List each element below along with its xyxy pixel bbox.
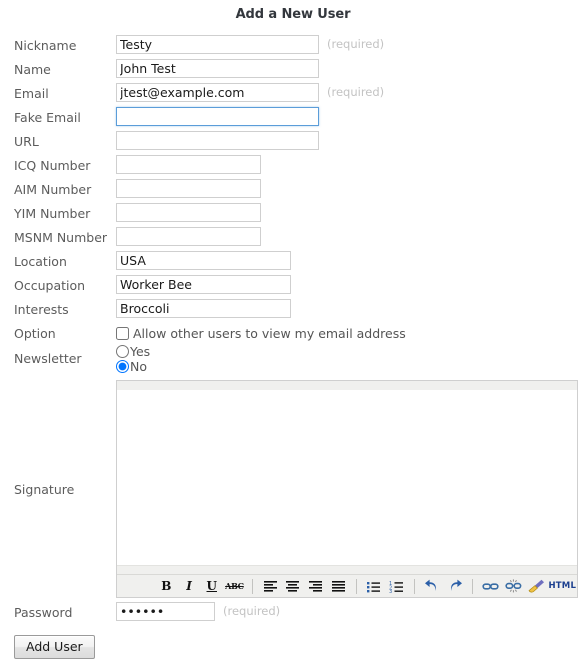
- field-label-email: Email: [14, 86, 49, 101]
- editor-toolbar: B I U ABC 1 2 3 HTML: [117, 574, 577, 597]
- form-row-aim: AIM Number: [0, 179, 586, 203]
- redo-icon[interactable]: [444, 576, 467, 596]
- underline-icon[interactable]: U: [200, 576, 223, 596]
- password-input[interactable]: [116, 602, 215, 621]
- form-row-icq: ICQ Number: [0, 155, 586, 179]
- form-row-email: Email (required): [0, 83, 586, 107]
- add-user-form: Nickname (required) Name Email (required…: [0, 35, 586, 659]
- newsletter-radio-yes[interactable]: [116, 345, 129, 358]
- toolbar-separator: [414, 578, 415, 594]
- unlink-icon[interactable]: [502, 576, 525, 596]
- occupation-input[interactable]: [116, 275, 291, 294]
- nickname-required-note: (required): [327, 37, 385, 51]
- svg-text:3: 3: [389, 589, 392, 593]
- msnm-number-input[interactable]: [116, 227, 261, 246]
- editor-top-strip: [117, 381, 577, 391]
- field-label-url: URL: [14, 134, 39, 149]
- form-row-location: Location: [0, 251, 586, 275]
- field-label-interests: Interests: [14, 302, 69, 317]
- field-label-msnm: MSNM Number: [14, 230, 108, 245]
- field-label-occupation: Occupation: [14, 278, 86, 293]
- form-row-nickname: Nickname (required): [0, 35, 586, 59]
- form-row-signature: Signature B I U ABC 1 2 3 HTML: [0, 380, 586, 598]
- align-center-icon[interactable]: [282, 576, 305, 596]
- signature-editor: B I U ABC 1 2 3 HTML: [116, 380, 578, 598]
- newsletter-option-no[interactable]: No: [116, 359, 150, 374]
- html-source-icon[interactable]: HTML: [547, 576, 577, 596]
- numbered-list-icon[interactable]: 123: [385, 576, 408, 596]
- newsletter-radio-no[interactable]: [116, 360, 129, 373]
- italic-icon[interactable]: I: [178, 576, 201, 596]
- interests-input[interactable]: [116, 299, 291, 318]
- field-label-option: Option: [14, 326, 56, 341]
- form-row-fake-email: Fake Email: [0, 107, 586, 131]
- yim-number-input[interactable]: [116, 203, 261, 222]
- form-row-newsletter: Newsletter Yes No: [0, 344, 586, 376]
- link-icon[interactable]: [479, 576, 502, 596]
- toolbar-separator: [251, 578, 253, 594]
- bullet-list-icon[interactable]: [363, 576, 386, 596]
- allow-email-view-label: Allow other users to view my email addre…: [133, 325, 406, 341]
- page-title: Add a New User: [235, 7, 351, 22]
- icq-number-input[interactable]: [116, 155, 261, 174]
- newsletter-label-no: No: [130, 359, 147, 374]
- location-input[interactable]: [116, 251, 291, 270]
- newsletter-option-yes[interactable]: Yes: [116, 344, 150, 359]
- name-input[interactable]: [116, 59, 319, 78]
- toolbar-separator: [472, 578, 474, 594]
- password-required-note: (required): [223, 604, 281, 618]
- fake-email-input[interactable]: [116, 107, 319, 126]
- nickname-input[interactable]: [116, 35, 319, 54]
- allow-email-view-checkbox[interactable]: [116, 326, 129, 340]
- form-row-interests: Interests: [0, 299, 586, 323]
- cleanup-broom-icon[interactable]: [525, 576, 548, 596]
- email-input[interactable]: [116, 83, 319, 102]
- align-justify-icon[interactable]: [327, 576, 350, 596]
- align-left-icon[interactable]: [259, 576, 282, 596]
- form-row-name: Name: [0, 59, 586, 83]
- undo-icon[interactable]: [421, 576, 444, 596]
- form-row-yim: YIM Number: [0, 203, 586, 227]
- form-row-msnm: MSNM Number: [0, 227, 586, 251]
- url-input[interactable]: [116, 131, 319, 150]
- field-label-fake-email: Fake Email: [14, 110, 81, 125]
- newsletter-label-yes: Yes: [130, 344, 151, 359]
- form-row-password: Password (required): [0, 602, 586, 626]
- align-right-icon[interactable]: [304, 576, 327, 596]
- field-label-location: Location: [14, 254, 67, 269]
- field-label-yim: YIM Number: [14, 206, 91, 221]
- strikethrough-icon[interactable]: ABC: [223, 576, 246, 596]
- field-label-signature: Signature: [14, 481, 75, 497]
- toolbar-separator: [355, 578, 357, 594]
- signature-editor-content[interactable]: [117, 391, 577, 565]
- bold-icon[interactable]: B: [155, 576, 178, 596]
- aim-number-input[interactable]: [116, 179, 261, 198]
- form-row-option: Option Allow other users to view my emai…: [0, 323, 586, 344]
- field-label-aim: AIM Number: [14, 182, 92, 197]
- field-label-nickname: Nickname: [14, 38, 77, 53]
- form-row-occupation: Occupation: [0, 275, 586, 299]
- field-label-name: Name: [14, 62, 51, 77]
- field-label-newsletter: Newsletter: [14, 351, 82, 366]
- email-required-note: (required): [327, 85, 385, 99]
- form-row-url: URL: [0, 131, 586, 155]
- field-label-password: Password: [14, 605, 73, 620]
- editor-mid-strip: [117, 565, 577, 574]
- field-label-icq: ICQ Number: [14, 158, 91, 173]
